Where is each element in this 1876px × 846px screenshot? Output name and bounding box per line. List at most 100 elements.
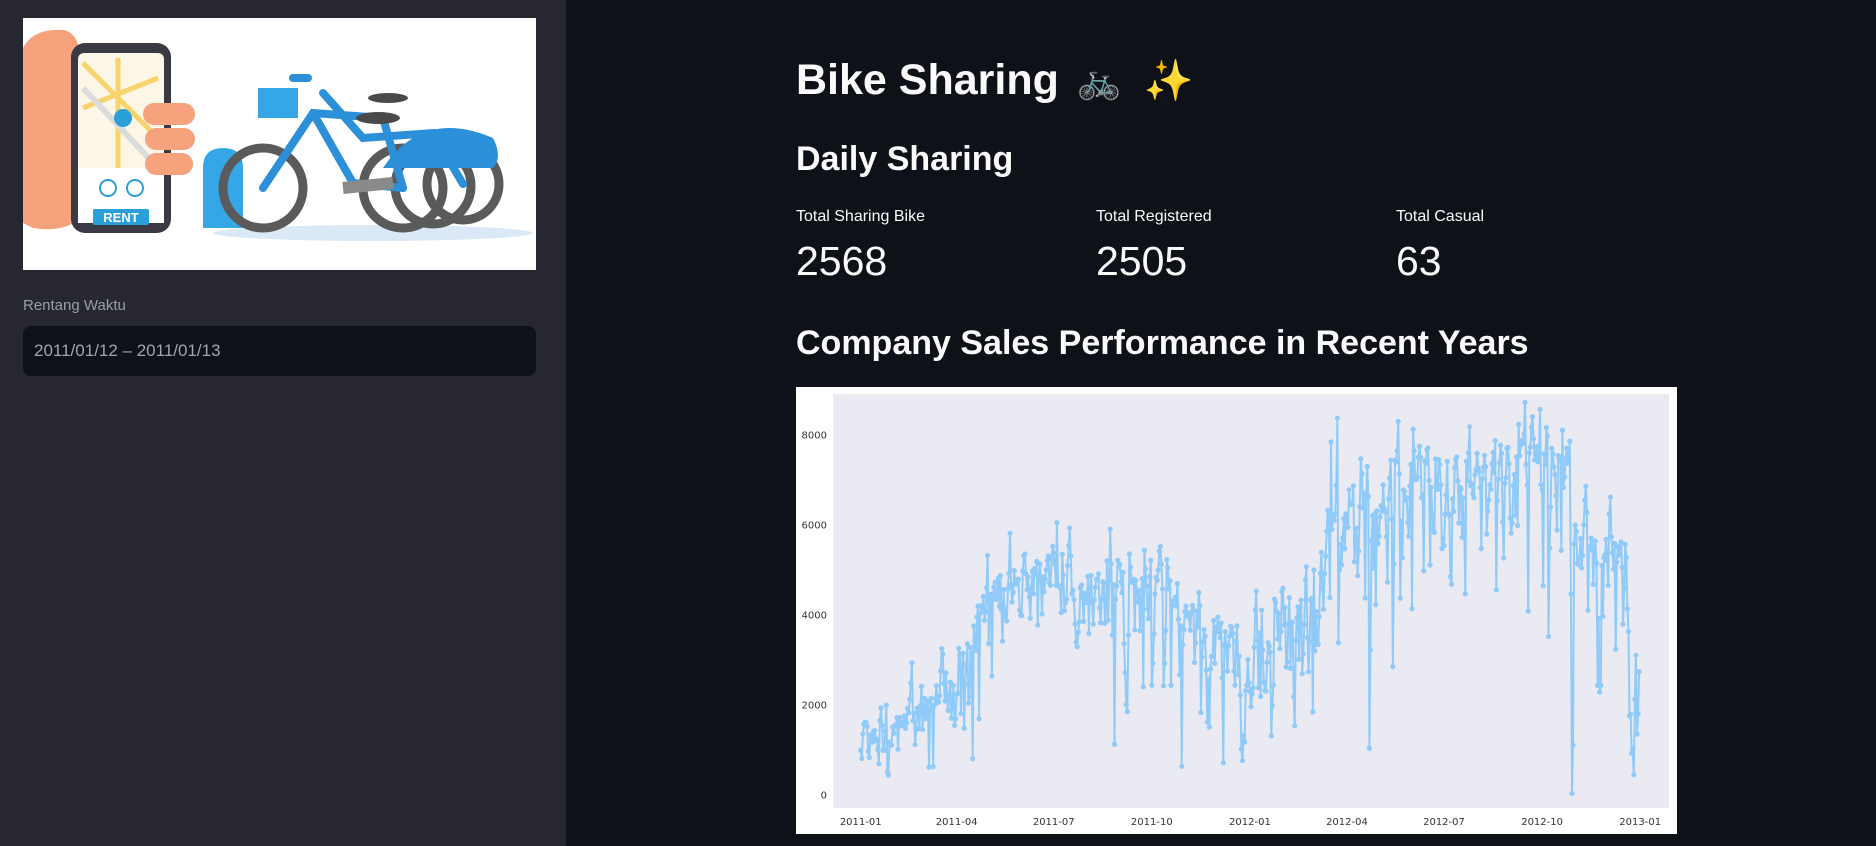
data-point [1242, 739, 1248, 745]
data-point [1423, 460, 1429, 466]
data-point [1479, 476, 1485, 482]
data-point [1099, 596, 1105, 602]
data-point [1245, 656, 1251, 663]
data-point [945, 708, 951, 714]
data-point [1214, 624, 1220, 630]
data-point [1440, 536, 1446, 542]
daily-sharing-heading: Daily Sharing [796, 140, 1014, 178]
data-point [1376, 533, 1382, 539]
data-point [1006, 570, 1012, 576]
data-point [915, 710, 921, 716]
data-point [1502, 480, 1508, 486]
data-point [1427, 562, 1433, 568]
data-point [968, 644, 974, 651]
data-point [1567, 438, 1573, 444]
data-point [1103, 605, 1109, 611]
data-point [1580, 552, 1586, 558]
data-point [1151, 631, 1157, 637]
data-point [1621, 585, 1627, 591]
data-point [1484, 531, 1490, 537]
data-point [980, 593, 986, 600]
data-point [875, 746, 881, 753]
data-point [1548, 504, 1554, 510]
data-point [1487, 482, 1493, 488]
data-point [1097, 605, 1103, 611]
x-tick-label: 2012-01 [1229, 817, 1271, 828]
data-point [1060, 572, 1066, 578]
data-point [1483, 464, 1489, 470]
data-point [1193, 640, 1199, 646]
data-point [1309, 595, 1315, 601]
data-point [912, 742, 918, 748]
data-point [1539, 486, 1545, 493]
data-point [1590, 581, 1596, 587]
data-point [1499, 450, 1505, 456]
data-point [1549, 445, 1555, 451]
data-point [1030, 591, 1037, 597]
data-point [1092, 584, 1098, 590]
data-point [1087, 586, 1093, 592]
data-point [1118, 579, 1124, 585]
data-point [1293, 637, 1299, 644]
data-point [864, 724, 870, 730]
data-point [1441, 543, 1447, 549]
data-point [1538, 481, 1544, 488]
data-point [1561, 474, 1568, 480]
data-point [1534, 443, 1540, 450]
data-point [1552, 472, 1558, 478]
data-point [1197, 603, 1203, 609]
data-point [1133, 577, 1139, 583]
data-point [1460, 495, 1466, 501]
data-point [876, 761, 882, 767]
data-point [1025, 574, 1031, 580]
data-point [1389, 516, 1395, 522]
data-point [1509, 520, 1515, 526]
data-point [950, 682, 957, 688]
data-point [1254, 637, 1260, 643]
data-point [1345, 524, 1351, 530]
data-point [1070, 587, 1076, 593]
data-point [1290, 619, 1296, 625]
data-point [883, 702, 889, 708]
data-point [1570, 742, 1576, 748]
metric-label: Total Casual [1396, 208, 1485, 225]
data-point [1142, 566, 1148, 572]
data-point [1051, 550, 1057, 556]
data-point [1302, 577, 1308, 583]
data-point [1327, 594, 1333, 601]
data-point [1191, 659, 1198, 666]
data-point [878, 705, 884, 711]
data-point [1496, 460, 1503, 466]
data-point [1286, 595, 1292, 601]
data-point [1591, 544, 1597, 550]
data-point [1249, 691, 1255, 697]
data-point [1001, 587, 1007, 593]
data-point [969, 651, 975, 657]
data-point [1248, 704, 1254, 710]
data-point [1476, 469, 1482, 475]
data-point [1598, 682, 1604, 688]
data-point [981, 617, 987, 623]
data-point [1007, 530, 1013, 536]
data-point [1124, 709, 1130, 715]
data-point [1537, 406, 1543, 413]
data-point [1633, 652, 1639, 658]
data-point [1429, 512, 1435, 518]
sparkles-icon: ✨ [1143, 59, 1194, 103]
data-point [1622, 541, 1628, 547]
data-point [1431, 529, 1437, 536]
data-point [1108, 561, 1114, 567]
data-point [1132, 627, 1138, 633]
data-point [1527, 444, 1533, 450]
data-point [1156, 548, 1162, 554]
data-point [1054, 520, 1060, 526]
data-point [1043, 567, 1049, 573]
data-point [1139, 576, 1145, 582]
data-point [1396, 471, 1402, 477]
date-range-input[interactable]: 2011/01/12 – 2011/01/13 [23, 326, 536, 376]
data-point [1365, 493, 1371, 499]
data-point [1022, 551, 1028, 557]
data-point [984, 585, 990, 591]
data-point [1039, 611, 1045, 617]
x-tick-label: 2011-04 [936, 817, 978, 828]
